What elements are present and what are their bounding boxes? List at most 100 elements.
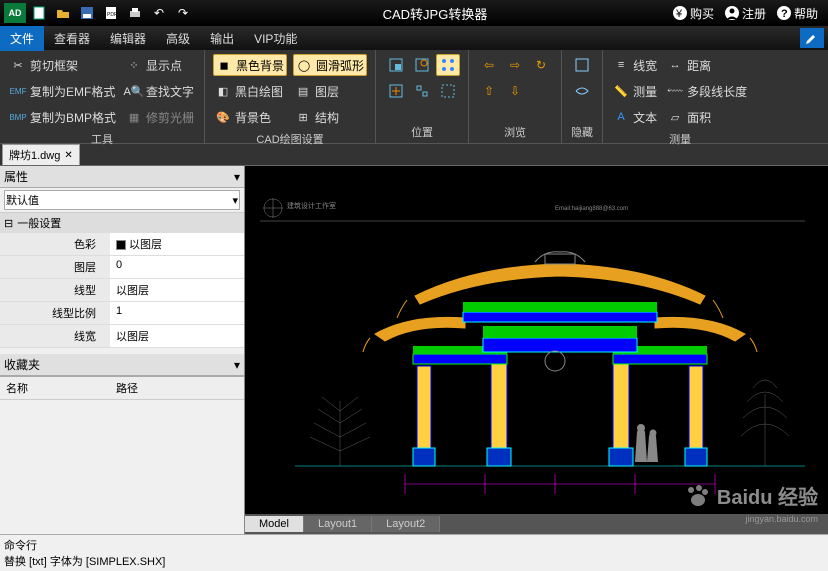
bmp-icon: BMP bbox=[10, 109, 26, 125]
ribbon-group-position: 位置 bbox=[376, 50, 469, 143]
copy-emf-button[interactable]: EMF复制为EMF格式 bbox=[8, 80, 118, 102]
smooth-arc-button[interactable]: ◯圆滑弧形 bbox=[293, 54, 367, 76]
chevron-down-icon[interactable]: ▾ bbox=[234, 358, 240, 372]
menu-file[interactable]: 文件 bbox=[0, 26, 44, 51]
pos-btn-2[interactable] bbox=[410, 54, 434, 76]
nav-home-icon[interactable]: ↻ bbox=[529, 54, 553, 76]
menu-viewer[interactable]: 查看器 bbox=[44, 26, 100, 51]
table-row: 图层0 bbox=[0, 256, 244, 279]
drawing-canvas[interactable]: 建筑设计工作室 Email:haijiang888@63.com bbox=[245, 166, 828, 534]
tab-model[interactable]: Model bbox=[245, 516, 304, 532]
pos-btn-3[interactable] bbox=[436, 54, 460, 76]
title-right: ¥购买 注册 ?帮助 bbox=[672, 5, 828, 22]
tree-icon: ⊞ bbox=[295, 109, 311, 125]
left-panel: 属性 ▾ 默认值▾ ⊟一般设置 色彩以图层 图层0 线型以图层 线型比例1 线宽… bbox=[0, 166, 245, 534]
fav-col-path: 路径 bbox=[110, 377, 144, 399]
bg-color-button[interactable]: 🎨背景色 bbox=[213, 106, 287, 128]
edit-icon[interactable] bbox=[800, 28, 824, 48]
paw-icon bbox=[683, 482, 711, 510]
clip-frame-button[interactable]: ✂剪切框架 bbox=[8, 54, 118, 76]
save-icon[interactable] bbox=[76, 3, 98, 23]
favorites-panel: 名称 路径 bbox=[0, 376, 244, 534]
app-logo[interactable]: AD bbox=[4, 3, 26, 23]
distance-button[interactable]: ↔距离 bbox=[665, 54, 749, 76]
layout-tabs: Model Layout1 Layout2 bbox=[245, 514, 828, 534]
layers-button[interactable]: ▤图层 bbox=[293, 80, 367, 102]
trim-icon: ▦ bbox=[126, 109, 142, 125]
watermark-url: jingyan.baidu.com bbox=[745, 514, 818, 524]
help-button[interactable]: ?帮助 bbox=[776, 5, 818, 22]
title-bar: AD PDF ↶ ↷ CAD转JPG转换器 ¥购买 注册 ?帮助 bbox=[0, 0, 828, 26]
tab-layout2[interactable]: Layout2 bbox=[372, 516, 440, 532]
area-icon: ▱ bbox=[667, 109, 683, 125]
undo-icon[interactable]: ↶ bbox=[148, 3, 170, 23]
hide-btn-1[interactable] bbox=[570, 54, 594, 76]
group-label-cad: CAD绘图设置 bbox=[213, 128, 367, 150]
bw-icon: ◧ bbox=[215, 83, 231, 99]
show-points-button[interactable]: ⁘显示点 bbox=[124, 54, 196, 76]
ribbon-group-hide: 隐藏 bbox=[562, 50, 603, 143]
app-title: CAD转JPG转换器 bbox=[198, 4, 672, 23]
redo-icon[interactable]: ↷ bbox=[172, 3, 194, 23]
properties-header: 属性 ▾ bbox=[0, 166, 244, 188]
black-bg-button[interactable]: ◼黑色背景 bbox=[213, 54, 287, 76]
ribbon-group-browse: ⇦ ⇨ ↻ ⇧ ⇩ 浏览 bbox=[469, 50, 562, 143]
svg-text:PDF: PDF bbox=[107, 12, 117, 18]
buy-button[interactable]: ¥购买 bbox=[672, 5, 714, 22]
nav-up-icon[interactable]: ⇧ bbox=[477, 80, 501, 102]
polyline-icon: ⬳ bbox=[667, 83, 683, 99]
measure-button[interactable]: 📏测量 bbox=[611, 80, 659, 102]
menu-vip[interactable]: VIP功能 bbox=[244, 26, 307, 51]
doc-tab-label: 牌坊1.dwg bbox=[9, 147, 60, 163]
bw-draw-button[interactable]: ◧黑白绘图 bbox=[213, 80, 287, 102]
pos-btn-4[interactable] bbox=[384, 80, 408, 102]
pos-btn-5[interactable] bbox=[410, 80, 434, 102]
menu-editor[interactable]: 编辑器 bbox=[100, 26, 156, 51]
menu-advanced[interactable]: 高级 bbox=[156, 26, 200, 51]
document-tab[interactable]: 牌坊1.dwg ✕ bbox=[2, 144, 80, 165]
polyline-button[interactable]: ⬳多段线长度 bbox=[665, 80, 749, 102]
default-dropdown[interactable]: 默认值▾ bbox=[4, 190, 240, 210]
table-row: 色彩以图层 bbox=[0, 233, 244, 256]
cmd-line-1: 命令行 bbox=[4, 537, 824, 553]
new-icon[interactable] bbox=[28, 3, 50, 23]
general-section[interactable]: ⊟一般设置 bbox=[0, 213, 244, 233]
nav-right-icon[interactable]: ⇨ bbox=[503, 54, 527, 76]
text-button[interactable]: A文本 bbox=[611, 106, 659, 128]
text-icon: A bbox=[613, 109, 629, 125]
svg-text:?: ? bbox=[781, 8, 788, 20]
ruler-icon: 📏 bbox=[613, 83, 629, 99]
area-button[interactable]: ▱面积 bbox=[665, 106, 749, 128]
menu-output[interactable]: 输出 bbox=[200, 26, 244, 51]
print-icon[interactable] bbox=[124, 3, 146, 23]
group-label-browse: 浏览 bbox=[477, 121, 553, 143]
distance-icon: ↔ bbox=[667, 57, 683, 73]
hide-btn-2[interactable] bbox=[570, 80, 594, 102]
trim-raster-button[interactable]: ▦修剪光栅 bbox=[124, 106, 196, 128]
tab-layout1[interactable]: Layout1 bbox=[304, 516, 372, 532]
pdf-icon[interactable]: PDF bbox=[100, 3, 122, 23]
svg-text:Email:haijiang888@63.com: Email:haijiang888@63.com bbox=[555, 206, 628, 212]
ribbon-group-measure: ≡线宽 📏测量 A文本 ↔距离 ⬳多段线长度 ▱面积 测量 bbox=[603, 50, 757, 143]
chevron-down-icon[interactable]: ▾ bbox=[234, 170, 240, 184]
palette-icon: 🎨 bbox=[215, 109, 231, 125]
fav-col-name: 名称 bbox=[0, 377, 110, 399]
pos-btn-1[interactable] bbox=[384, 54, 408, 76]
command-line[interactable]: 命令行 替换 [txt] 字体为 [SIMPLEX.SHX] bbox=[0, 534, 828, 571]
cmd-line-2: 替换 [txt] 字体为 [SIMPLEX.SHX] bbox=[4, 553, 824, 569]
table-row: 线型比例1 bbox=[0, 302, 244, 325]
linewidth-icon: ≡ bbox=[613, 57, 629, 73]
copy-bmp-button[interactable]: BMP复制为BMP格式 bbox=[8, 106, 118, 128]
pos-btn-6[interactable] bbox=[436, 80, 460, 102]
ribbon-group-tools: ✂剪切框架 EMF复制为EMF格式 BMP复制为BMP格式 ⁘显示点 A🔍查找文… bbox=[0, 50, 205, 143]
close-icon[interactable]: ✕ bbox=[64, 150, 72, 161]
structure-button[interactable]: ⊞结构 bbox=[293, 106, 367, 128]
nav-left-icon[interactable]: ⇦ bbox=[477, 54, 501, 76]
watermark: Baidu 经验 bbox=[683, 481, 818, 510]
linewidth-button[interactable]: ≡线宽 bbox=[611, 54, 659, 76]
open-icon[interactable] bbox=[52, 3, 74, 23]
nav-down-icon[interactable]: ⇩ bbox=[503, 80, 527, 102]
register-button[interactable]: 注册 bbox=[724, 5, 766, 22]
property-table: ⊟一般设置 色彩以图层 图层0 线型以图层 线型比例1 线宽以图层 bbox=[0, 213, 244, 348]
find-text-button[interactable]: A🔍查找文字 bbox=[124, 80, 196, 102]
